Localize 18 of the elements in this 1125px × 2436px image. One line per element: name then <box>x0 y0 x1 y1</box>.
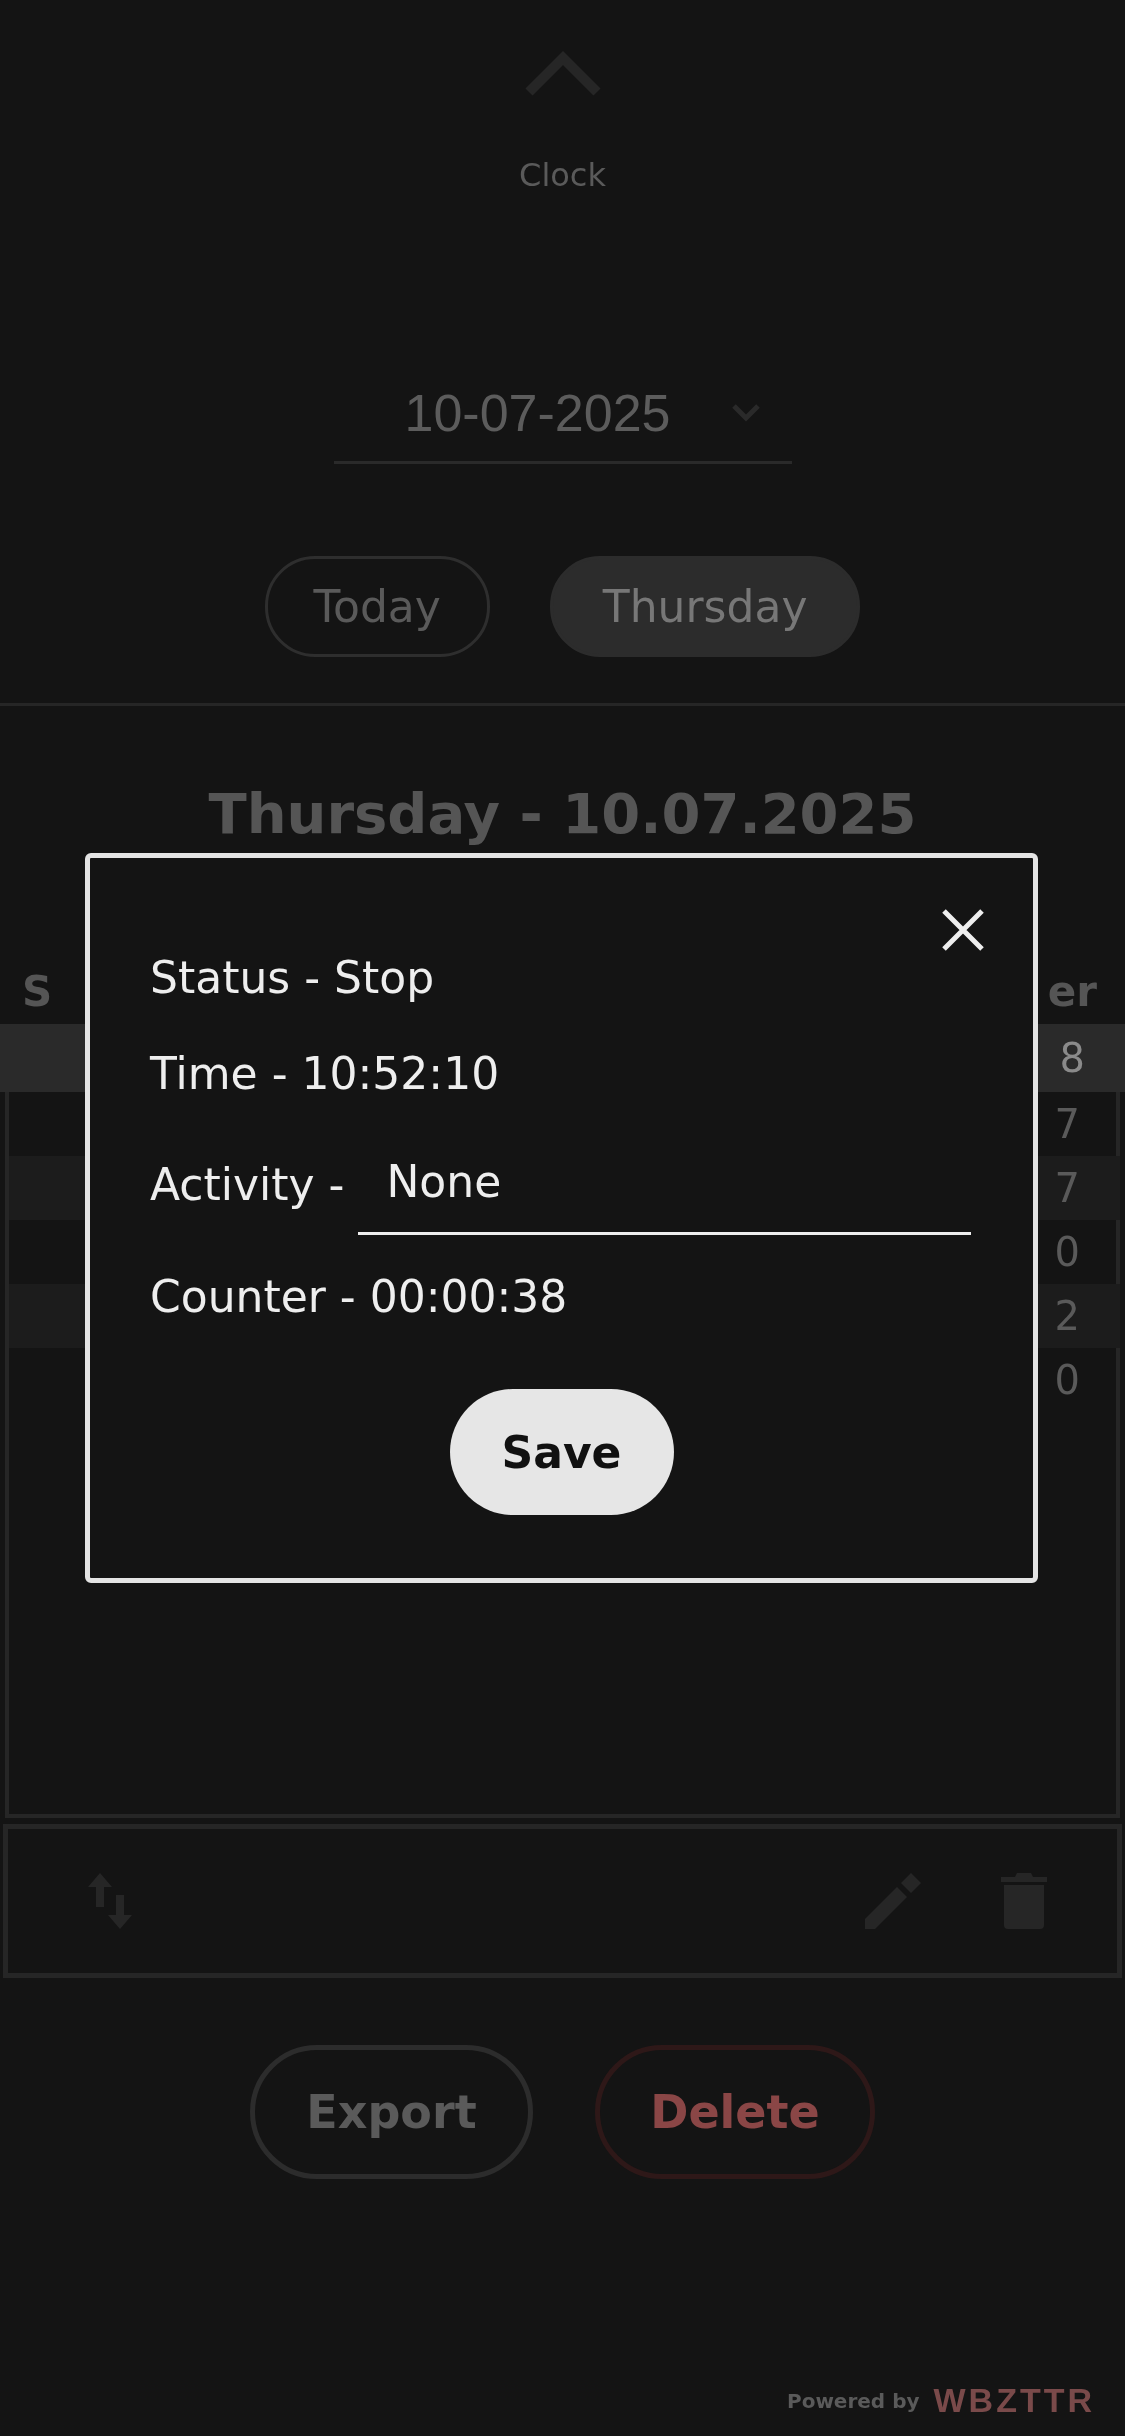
export-button[interactable]: Export <box>250 2045 533 2179</box>
day-heading: Thursday - 10.07.2025 <box>208 781 917 846</box>
save-button[interactable]: Save <box>449 1389 674 1515</box>
date-field[interactable]: 10-07-2025 <box>333 364 792 464</box>
delete-button[interactable]: Delete <box>595 2045 875 2179</box>
day-button[interactable]: Today <box>264 556 490 657</box>
activity-label: Activity - <box>150 1158 345 1212</box>
counter-text: Counter - 00:00:38 <box>150 1270 569 1324</box>
page-title: Clock <box>519 156 606 194</box>
time-text: Time - 10:52:10 <box>150 1047 501 1101</box>
column-header: S <box>22 967 53 1016</box>
status-text: Status - Stop <box>150 951 436 1005</box>
day-button[interactable]: Thursday <box>549 556 861 657</box>
close-icon[interactable] <box>941 908 985 952</box>
brand-logo[interactable]: WBZTTR <box>933 2381 1095 2420</box>
column-header: er <box>1047 967 1097 1016</box>
activity-field[interactable]: None <box>358 1154 971 1235</box>
powered-by-text: Powered by <box>787 2388 920 2413</box>
